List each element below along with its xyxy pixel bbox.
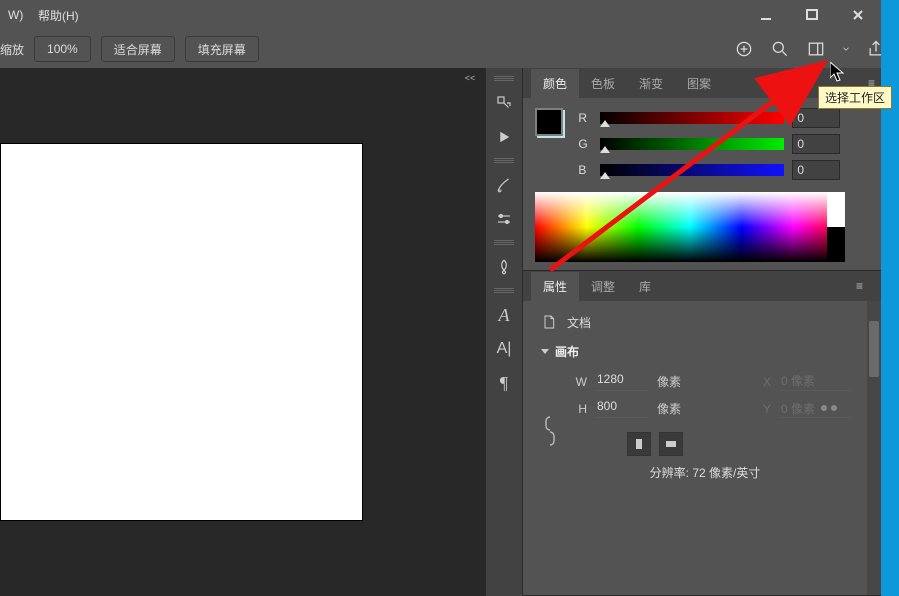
g-value[interactable]: 0 — [792, 134, 840, 154]
document-label: 文档 — [567, 314, 591, 331]
width-unit[interactable]: 像素 — [657, 373, 713, 390]
height-label: H — [569, 402, 587, 416]
x-field: 0 像素 — [779, 372, 851, 391]
canvas-area[interactable]: << — [0, 68, 485, 596]
document-canvas[interactable] — [0, 143, 363, 521]
panel-grip[interactable] — [494, 158, 514, 164]
window-maximize-button[interactable] — [789, 0, 835, 30]
actions-panel-icon[interactable] — [489, 122, 519, 152]
lock-proxy-icons — [819, 403, 843, 413]
r-label: R — [578, 111, 592, 125]
g-label: G — [578, 137, 592, 151]
workspace-tooltip: 选择工作区 — [818, 86, 892, 109]
zoom-label: 缩放 — [0, 41, 24, 58]
panel-menu-icon[interactable]: ≡ — [856, 279, 863, 293]
tab-adjustments[interactable]: 调整 — [579, 272, 627, 301]
r-slider[interactable] — [600, 112, 784, 124]
resolution-label: 分辨率: 72 像素/英寸 — [541, 464, 869, 481]
g-slider[interactable] — [600, 138, 784, 150]
tab-swatches[interactable]: 色板 — [579, 69, 627, 98]
properties-panel: 属性 调整 库 ≡ 文档 画布 — [523, 271, 881, 596]
orientation-portrait-button[interactable] — [627, 432, 651, 456]
window-close-button[interactable] — [835, 0, 881, 30]
cloud-share-icon[interactable] — [731, 36, 757, 62]
document-icon — [541, 313, 557, 331]
workspace-icon[interactable] — [803, 36, 829, 62]
r-value[interactable]: 0 — [792, 108, 840, 128]
character-panel-icon[interactable]: A — [489, 300, 519, 330]
title-fragment: W) — [8, 8, 23, 22]
brushes-panel-icon[interactable] — [489, 170, 519, 200]
clone-source-panel-icon[interactable] — [489, 252, 519, 282]
tab-properties[interactable]: 属性 — [531, 272, 579, 301]
option-bar: 缩放 100% 适合屏幕 填充屏幕 — [0, 30, 899, 69]
panel-grip[interactable] — [494, 288, 514, 294]
menu-help[interactable]: 帮助(H) — [38, 7, 79, 24]
y-label: Y — [753, 402, 771, 416]
properties-panel-tabs: 属性 调整 库 ≡ — [523, 271, 881, 301]
right-panel-column: 颜色 色板 渐变 图案 ≡ R 0 — [523, 68, 881, 596]
panel-grip[interactable] — [494, 76, 514, 82]
height-field[interactable]: 800 — [595, 399, 649, 418]
tab-libraries[interactable]: 库 — [627, 272, 663, 301]
width-label: W — [569, 375, 587, 389]
brush-settings-panel-icon[interactable] — [489, 204, 519, 234]
x-label: X — [753, 375, 771, 389]
b-value[interactable]: 0 — [792, 160, 840, 180]
search-icon[interactable] — [767, 36, 793, 62]
vertical-type-panel-icon[interactable]: A| — [489, 334, 519, 364]
link-dimensions-icon[interactable] — [543, 415, 557, 447]
orientation-landscape-button[interactable] — [659, 432, 683, 456]
tab-patterns[interactable]: 图案 — [675, 69, 723, 98]
foreground-background-swatch[interactable] — [535, 108, 563, 136]
workspace-chevron-icon[interactable] — [839, 36, 853, 62]
height-unit[interactable]: 像素 — [657, 400, 713, 417]
tab-color[interactable]: 颜色 — [531, 69, 579, 98]
mouse-cursor-icon — [830, 62, 844, 82]
b-slider[interactable] — [600, 164, 784, 176]
spectrum-ramp[interactable] — [535, 192, 845, 262]
zoom-value-field[interactable]: 100% — [34, 36, 91, 62]
window-minimize-button[interactable] — [743, 0, 789, 30]
y-field: 0 像素 — [779, 399, 851, 418]
history-panel-icon[interactable] — [489, 88, 519, 118]
paragraph-panel-icon[interactable]: ¶ — [489, 368, 519, 398]
collapsed-panel-dock: A A| ¶ — [485, 68, 523, 596]
chevron-down-icon — [541, 349, 549, 354]
b-label: B — [578, 163, 592, 177]
fit-screen-button[interactable]: 适合屏幕 — [101, 36, 175, 62]
titlebar: W) 帮助(H) — [0, 0, 899, 30]
width-field[interactable]: 1280 — [595, 372, 649, 391]
panel-grip[interactable] — [494, 240, 514, 246]
canvas-section-header[interactable]: 画布 — [541, 343, 869, 360]
tab-gradients[interactable]: 渐变 — [627, 69, 675, 98]
fill-screen-button[interactable]: 填充屏幕 — [185, 36, 259, 62]
panel-collapse-icon[interactable]: << — [455, 68, 485, 88]
